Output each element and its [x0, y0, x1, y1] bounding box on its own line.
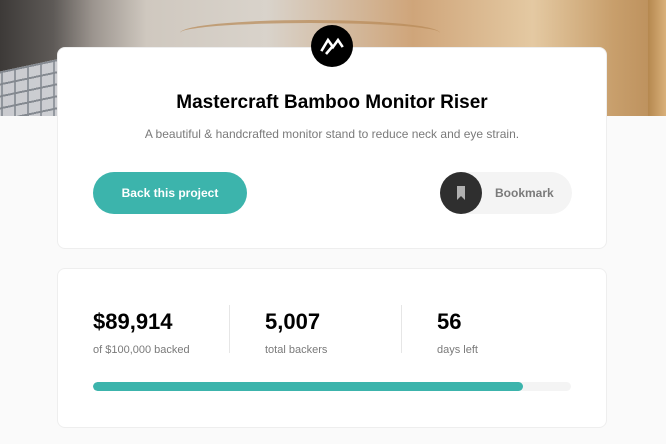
stats-card: $89,914 of $100,000 backed 5,007 total b…: [57, 268, 607, 428]
stat-days: 56 days left: [437, 307, 577, 356]
stat-backers: 5,007 total backers: [265, 307, 405, 356]
stat-backed: $89,914 of $100,000 backed: [93, 307, 233, 356]
funding-progress-bar: [93, 382, 571, 391]
bookmark-button[interactable]: Bookmark: [440, 172, 572, 214]
wood-post-photo-detail: [648, 0, 666, 116]
stat-backers-value: 5,007: [265, 309, 321, 334]
project-header-card: Mastercraft Bamboo Monitor Riser A beaut…: [57, 47, 607, 249]
bookmark-label: Bookmark: [495, 186, 554, 200]
stat-divider: [401, 305, 402, 353]
stat-backed-value: $89,914: [93, 309, 173, 334]
stat-days-value: 56: [437, 309, 462, 334]
back-project-button[interactable]: Back this project: [93, 172, 247, 214]
funding-progress-fill: [93, 382, 523, 391]
mastercraft-logo-icon: [311, 25, 353, 67]
project-title: Mastercraft Bamboo Monitor Riser: [176, 92, 488, 113]
stat-days-label: days left: [437, 344, 478, 356]
project-description: A beautiful & handcrafted monitor stand …: [144, 127, 520, 141]
stat-backers-label: total backers: [265, 344, 328, 356]
stat-backed-label: of $100,000 backed: [93, 344, 190, 356]
bookmark-icon: [440, 172, 482, 214]
stat-divider: [229, 305, 230, 353]
wood-riser-photo-detail: [180, 20, 440, 46]
